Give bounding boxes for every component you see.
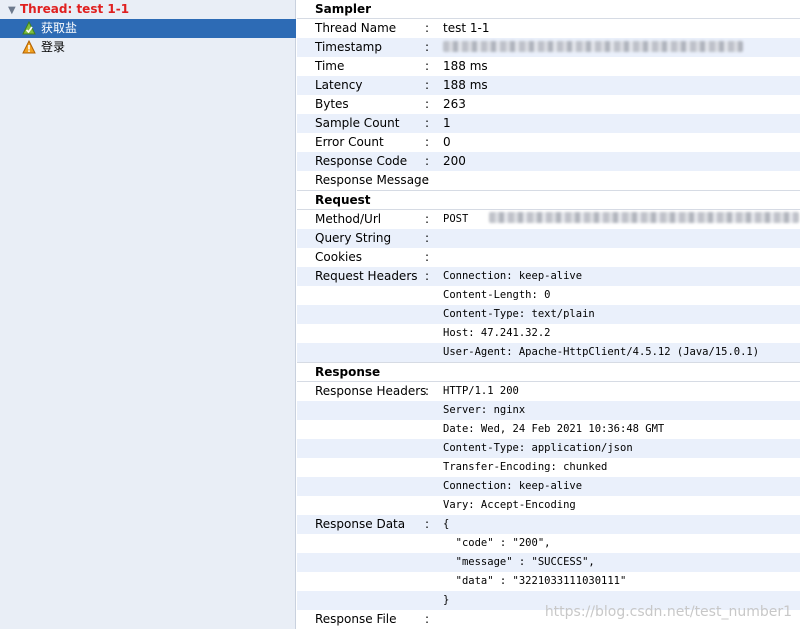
row-response-headers: Response Headers: HTTP/1.1 200: [315, 384, 519, 398]
row-response-data: Response Data:{: [297, 515, 800, 534]
sample-result-panel: Sampler Thread Name: test 1-1 Timestamp: …: [297, 0, 800, 629]
row-query-string: Query String:: [297, 229, 800, 248]
row-method-url: Method/Url: POST: [297, 210, 800, 229]
section-header-sampler: Sampler: [297, 0, 800, 19]
row-error-count: Error Count:0: [315, 135, 451, 149]
warning-triangle-icon: [22, 39, 36, 54]
row-request-headers: Request Headers: Connection: keep-alive: [297, 267, 800, 286]
response-data-line: "message" : "SUCCESS",: [297, 553, 800, 572]
request-header-line: Content-Length: 0: [443, 289, 551, 301]
response-data-line: "data" : "3221033111030111": [443, 575, 627, 587]
request-header-line: User-Agent: Apache-HttpClient/4.5.12 (Ja…: [297, 343, 800, 362]
row-thread-name: Thread Name: test 1-1: [315, 21, 490, 35]
response-header-line: Vary: Accept-Encoding: [443, 499, 576, 511]
redacted-url: [488, 212, 799, 223]
thread-node[interactable]: ▼ Thread: test 1-1: [0, 0, 296, 19]
response-header-line: Content-Type: application/json: [297, 439, 800, 458]
section-header-request: Request: [297, 190, 800, 210]
request-header-line: Host: 47.241.32.2: [443, 327, 551, 339]
thread-label: Thread: test 1-1: [20, 2, 130, 16]
response-header-line: Connection: keep-alive: [297, 477, 800, 496]
row-timestamp: Timestamp:: [297, 38, 800, 57]
row-latency: Latency:188 ms: [297, 76, 800, 95]
tree-sample-label: 获取盐: [41, 21, 78, 35]
collapse-arrow-icon[interactable]: ▼: [8, 1, 20, 20]
row-time: Time:188 ms: [315, 59, 488, 73]
row-bytes: Bytes:263: [315, 97, 466, 111]
section-header-response: Response: [297, 362, 800, 382]
response-header-line: Server: nginx: [297, 401, 800, 420]
success-shield-icon: [22, 20, 36, 35]
row-response-code: Response Code:200: [297, 152, 800, 171]
response-header-line: Transfer-Encoding: chunked: [443, 461, 608, 473]
response-data-line: }: [297, 591, 800, 610]
tree-sample-login[interactable]: 登录: [0, 38, 296, 57]
response-header-line: Date: Wed, 24 Feb 2021 10:36:48 GMT: [443, 423, 665, 435]
tree-sample-label: 登录: [41, 40, 66, 54]
response-data-line: "code" : "200",: [443, 537, 551, 549]
redacted-timestamp: [443, 38, 743, 57]
tree-sample-get-salt[interactable]: 获取盐: [0, 19, 296, 38]
row-sample-count: Sample Count:1: [297, 114, 800, 133]
request-header-line: Content-Type: text/plain: [297, 305, 800, 324]
row-response-file: Response File:: [315, 612, 430, 626]
results-tree: ▼ Thread: test 1-1 获取盐 登录: [0, 0, 296, 629]
row-response-message: Response Message:: [315, 173, 430, 187]
row-cookies: Cookies:: [315, 250, 430, 264]
